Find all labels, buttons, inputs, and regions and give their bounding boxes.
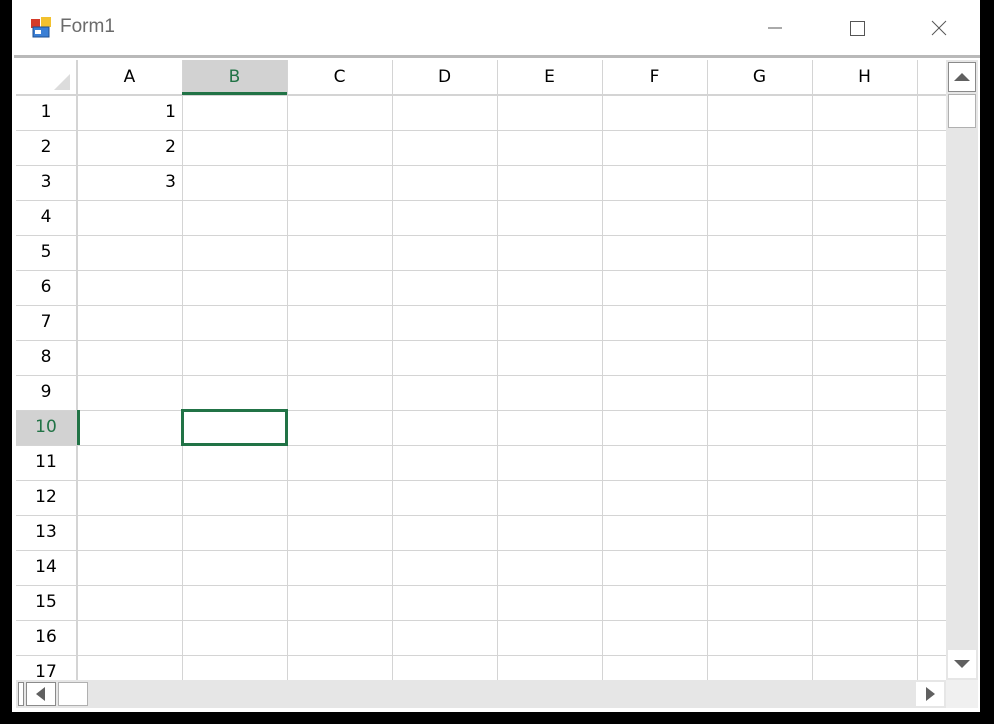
row-header-14[interactable]: 14 — [16, 550, 76, 585]
spreadsheet-control: A B C D E F G H 1 2 3 4 5 6 7 8 9 10 11 12 13 14 15 16 17 1 2 3 — [14, 55, 980, 710]
column-header-h[interactable]: H — [812, 60, 917, 95]
row-header-3[interactable]: 3 — [16, 165, 76, 200]
row-header-6[interactable]: 6 — [16, 270, 76, 305]
row-header-1[interactable]: 1 — [16, 95, 76, 130]
selected-cell-outline — [181, 409, 288, 446]
scrollbar-corner — [946, 680, 978, 708]
maximize-button[interactable] — [834, 8, 880, 48]
scroll-right-button[interactable] — [916, 682, 944, 706]
scroll-down-button[interactable] — [948, 650, 976, 678]
title-bar[interactable]: Form1 — [12, 0, 980, 56]
scroll-left-button[interactable] — [26, 682, 56, 706]
close-button[interactable] — [916, 8, 962, 48]
form1-window: Form1 A B C D E F G H 1 2 3 4 5 6 7 8 9 10 11 12 13 14 15 16 17 1… — [12, 0, 980, 712]
row-header-2[interactable]: 2 — [16, 130, 76, 165]
column-header-b[interactable]: B — [182, 60, 287, 95]
vertical-scrollbar[interactable] — [946, 60, 978, 680]
scroll-first-button[interactable] — [18, 682, 24, 706]
spreadsheet-grid[interactable]: A B C D E F G H 1 2 3 4 5 6 7 8 9 10 11 12 13 14 15 16 17 1 2 3 — [16, 60, 946, 680]
minimize-button[interactable] — [752, 8, 798, 48]
cell-a1[interactable]: 1 — [77, 95, 176, 130]
window-title: Form1 — [60, 16, 115, 37]
column-header-a[interactable]: A — [77, 60, 182, 95]
column-header-e[interactable]: E — [497, 60, 602, 95]
row-header-13[interactable]: 13 — [16, 515, 76, 550]
row-header-5[interactable]: 5 — [16, 235, 76, 270]
row-header-15[interactable]: 15 — [16, 585, 76, 620]
minimize-icon — [768, 27, 782, 29]
row-header-11[interactable]: 11 — [16, 445, 76, 480]
row-header-12[interactable]: 12 — [16, 480, 76, 515]
form-app-icon — [30, 16, 52, 38]
row-header-4[interactable]: 4 — [16, 200, 76, 235]
row-header-7[interactable]: 7 — [16, 305, 76, 340]
column-header-g[interactable]: G — [707, 60, 812, 95]
horizontal-scroll-thumb[interactable] — [58, 682, 88, 706]
row-header-8[interactable]: 8 — [16, 340, 76, 375]
horizontal-scrollbar[interactable] — [16, 680, 946, 708]
row-header-16[interactable]: 16 — [16, 620, 76, 655]
selected-row-accent — [77, 410, 80, 445]
scroll-left-arrow-icon — [36, 687, 45, 701]
row-header-9[interactable]: 9 — [16, 375, 76, 410]
cell-a2[interactable]: 2 — [77, 130, 176, 165]
scroll-up-arrow-icon — [954, 73, 970, 81]
row-header-17[interactable]: 17 — [16, 655, 76, 680]
scroll-up-button[interactable] — [948, 62, 976, 92]
scroll-right-arrow-icon — [926, 687, 935, 701]
column-header-f[interactable]: F — [602, 60, 707, 95]
maximize-icon — [850, 21, 865, 36]
column-header-c[interactable]: C — [287, 60, 392, 95]
close-icon — [931, 20, 947, 36]
scroll-down-arrow-icon — [954, 660, 970, 668]
row-header-10[interactable]: 10 — [16, 410, 76, 445]
cell-a3[interactable]: 3 — [77, 165, 176, 200]
column-header-d[interactable]: D — [392, 60, 497, 95]
vertical-scroll-thumb[interactable] — [948, 94, 976, 128]
